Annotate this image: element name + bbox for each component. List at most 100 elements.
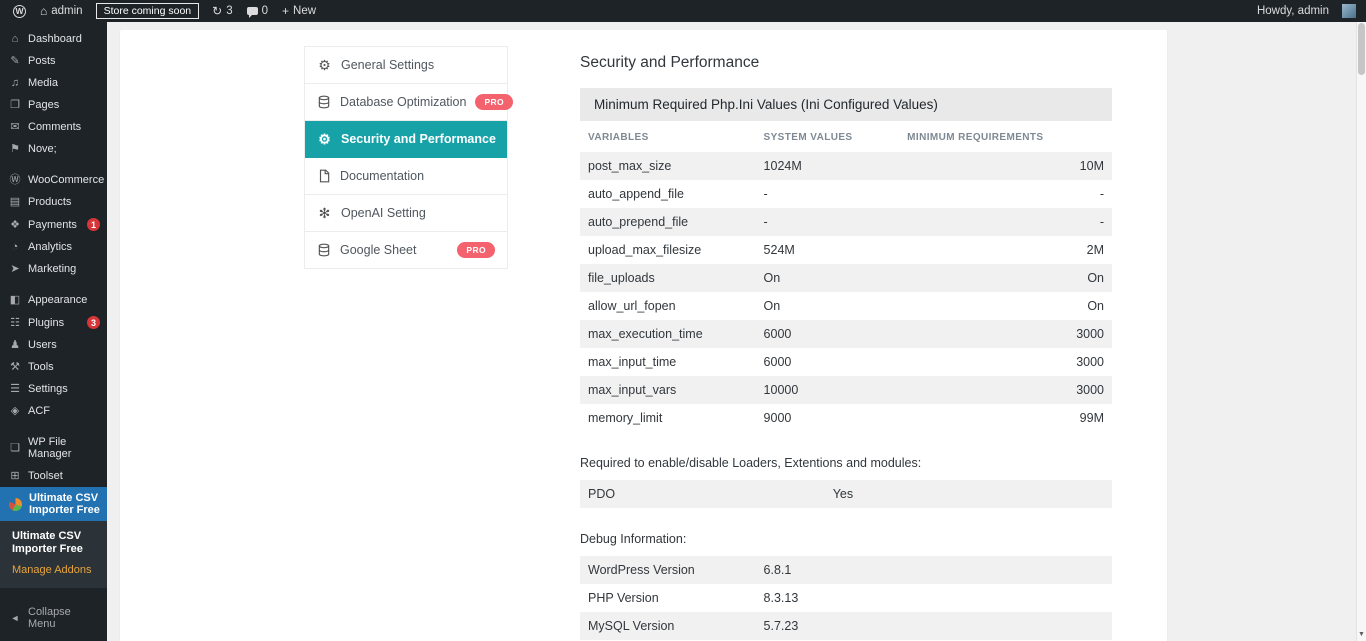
sidebar-item-analytics[interactable]: ◔ Analytics — [0, 236, 107, 258]
sidebar-item-wp-file-manager[interactable]: ❏WP File Manager — [0, 431, 107, 465]
dashboard-icon: ⌂ — [9, 33, 21, 45]
settings-tabs: ⚙General SettingsDatabase OptimizationPR… — [304, 46, 508, 269]
table-row: file_uploadsOnOn — [580, 264, 1112, 292]
table-row: PDOYes — [580, 480, 1112, 508]
sidebar-item-posts[interactable]: ✎Posts — [0, 50, 107, 72]
sidebar-item-label: Posts — [28, 55, 103, 67]
sidebar-item-label: Plugins — [28, 317, 80, 329]
sidebar-item-woocommerce[interactable]: ⓌWooCommerce — [0, 169, 107, 191]
table-cell: 10000 — [756, 376, 900, 404]
page-title: Security and Performance — [580, 54, 1112, 72]
debug-table: WordPress Version6.8.1PHP Version8.3.13M… — [580, 556, 1112, 641]
sidebar-item-label: Marketing — [28, 263, 103, 275]
table-cell: - — [899, 208, 1112, 236]
table-cell: 1024M — [756, 152, 900, 180]
sidebar-item-nove[interactable]: ⚑Nove; — [0, 138, 107, 160]
sidebar-item-tools[interactable]: ⚒Tools — [0, 356, 107, 378]
table-cell: PDO — [580, 480, 825, 508]
sidebar-item-label: Dashboard — [28, 33, 103, 45]
sidebar-item-acf[interactable]: ◈ACF — [0, 400, 107, 422]
tab-openai-setting[interactable]: ✻OpenAI Setting — [305, 195, 507, 232]
table-cell: On — [756, 264, 900, 292]
plus-icon: + — [282, 5, 289, 17]
sidebar-item-comments[interactable]: ✉Comments — [0, 116, 107, 138]
analytics-icon: ◔ — [9, 241, 21, 253]
tab-general-settings[interactable]: ⚙General Settings — [305, 47, 507, 84]
pages-icon: ❐ — [9, 99, 21, 111]
howdy-account-link[interactable]: Howdy, admin — [1250, 5, 1336, 17]
ini-header-row: VARIABLESSYSTEM VALUESMINIMUM REQUIREMEN… — [580, 121, 1112, 152]
table-cell: 6000 — [756, 348, 900, 376]
sidebar-item-label: Analytics — [28, 241, 103, 253]
scrollbar-thumb[interactable] — [1358, 23, 1365, 75]
collapse-arrow-icon: ◄ — [9, 613, 21, 623]
collapse-menu-button[interactable]: ◄ Collapse Menu — [0, 601, 107, 635]
comments-link[interactable]: 0 — [240, 0, 275, 22]
sheet-icon — [317, 243, 331, 257]
submenu-item-manage-addons[interactable]: Manage Addons — [0, 560, 107, 581]
main-content-area: ⚙General SettingsDatabase OptimizationPR… — [107, 22, 1356, 641]
table-row: allow_url_fopenOnOn — [580, 292, 1112, 320]
table-cell: auto_prepend_file — [580, 208, 756, 236]
pro-badge: PRO — [475, 94, 513, 110]
howdy-text: Howdy, admin — [1257, 5, 1329, 17]
tab-database-optimization[interactable]: Database OptimizationPRO — [305, 84, 507, 121]
sidebar-item-dashboard[interactable]: ⌂ Dashboard — [0, 28, 107, 50]
sidebar-item-label: WooCommerce — [28, 174, 104, 186]
loaders-table: PDOYes — [580, 480, 1112, 508]
sidebar-item-media[interactable]: ♫Media — [0, 72, 107, 94]
tab-label: Documentation — [340, 169, 424, 183]
wordpress-logo-button[interactable]: W — [6, 0, 33, 22]
custom-post-icon: ⚑ — [9, 143, 21, 155]
column-header-system-values: SYSTEM VALUES — [756, 121, 900, 152]
sidebar-item-ultimate-csv-importer-free[interactable]: Ultimate CSV Importer Free — [0, 487, 107, 521]
sidebar-item-pages[interactable]: ❐Pages — [0, 94, 107, 116]
loaders-table-body: PDOYes — [580, 480, 1112, 508]
tab-google-sheet[interactable]: Google SheetPRO — [305, 232, 507, 269]
sidebar-item-toolset[interactable]: ⊞Toolset — [0, 465, 107, 487]
table-row: PHP Version8.3.13 — [580, 584, 1112, 612]
sidebar-item-users[interactable]: ♟Users — [0, 334, 107, 356]
appearance-icon: ◧ — [9, 294, 21, 306]
settings-icon: ☰ — [9, 383, 21, 395]
new-content-link[interactable]: + New — [275, 0, 323, 22]
security-performance-panel: Security and Performance Minimum Require… — [580, 54, 1112, 641]
table-cell: PHP Version — [580, 584, 756, 612]
marketing-icon: ➤ — [9, 263, 21, 275]
sidebar-item-appearance[interactable]: ◧Appearance — [0, 289, 107, 311]
submenu-item-ultimate-csv-importer-free[interactable]: Ultimate CSV Importer Free — [0, 526, 107, 560]
table-cell: 8.3.13 — [756, 584, 1112, 612]
table-cell: max_input_vars — [580, 376, 756, 404]
updates-link[interactable]: ↻ 3 — [205, 0, 239, 22]
vertical-scrollbar[interactable]: ▼ — [1356, 22, 1366, 641]
avatar[interactable] — [1342, 4, 1356, 18]
table-cell: 9000 — [756, 404, 900, 432]
payments-count-badge: 1 — [87, 218, 100, 231]
sidebar-item-payments[interactable]: ❖Payments1 — [0, 213, 107, 236]
new-label: New — [293, 5, 316, 17]
table-cell: 10M — [899, 152, 1112, 180]
plugins-icon: ☷ — [9, 317, 21, 329]
tab-documentation[interactable]: Documentation — [305, 158, 507, 195]
admin-sidebar: ⌂ Dashboard ✎Posts♫Media❐Pages✉Comments⚑No… — [0, 22, 107, 641]
scrollbar-down-arrow-icon[interactable]: ▼ — [1357, 628, 1366, 641]
table-cell: Yes — [825, 480, 1112, 508]
home-icon: ⌂ — [40, 5, 47, 17]
table-cell: max_execution_time — [580, 320, 756, 348]
toolset-icon: ⊞ — [9, 470, 21, 482]
coming-soon-badge[interactable]: Store coming soon — [96, 3, 200, 19]
tab-security-and-performance[interactable]: ⚙Security and Performance — [305, 121, 507, 158]
sidebar-item-settings[interactable]: ☰Settings — [0, 378, 107, 400]
gear-icon: ⚙ — [317, 58, 332, 72]
table-row: max_input_vars100003000 — [580, 376, 1112, 404]
pro-badge: PRO — [457, 242, 495, 258]
tab-label: Security and Performance — [341, 132, 496, 146]
site-name-link[interactable]: ⌂ admin — [33, 0, 90, 22]
sidebar-item-marketing[interactable]: ➤ Marketing — [0, 258, 107, 280]
table-cell: 3000 — [899, 320, 1112, 348]
plugins-count-badge: 3 — [87, 316, 100, 329]
table-cell: file_uploads — [580, 264, 756, 292]
comments-icon — [247, 7, 258, 15]
sidebar-item-plugins[interactable]: ☷ Plugins 3 — [0, 311, 107, 334]
sidebar-item-products[interactable]: ▤Products — [0, 191, 107, 213]
